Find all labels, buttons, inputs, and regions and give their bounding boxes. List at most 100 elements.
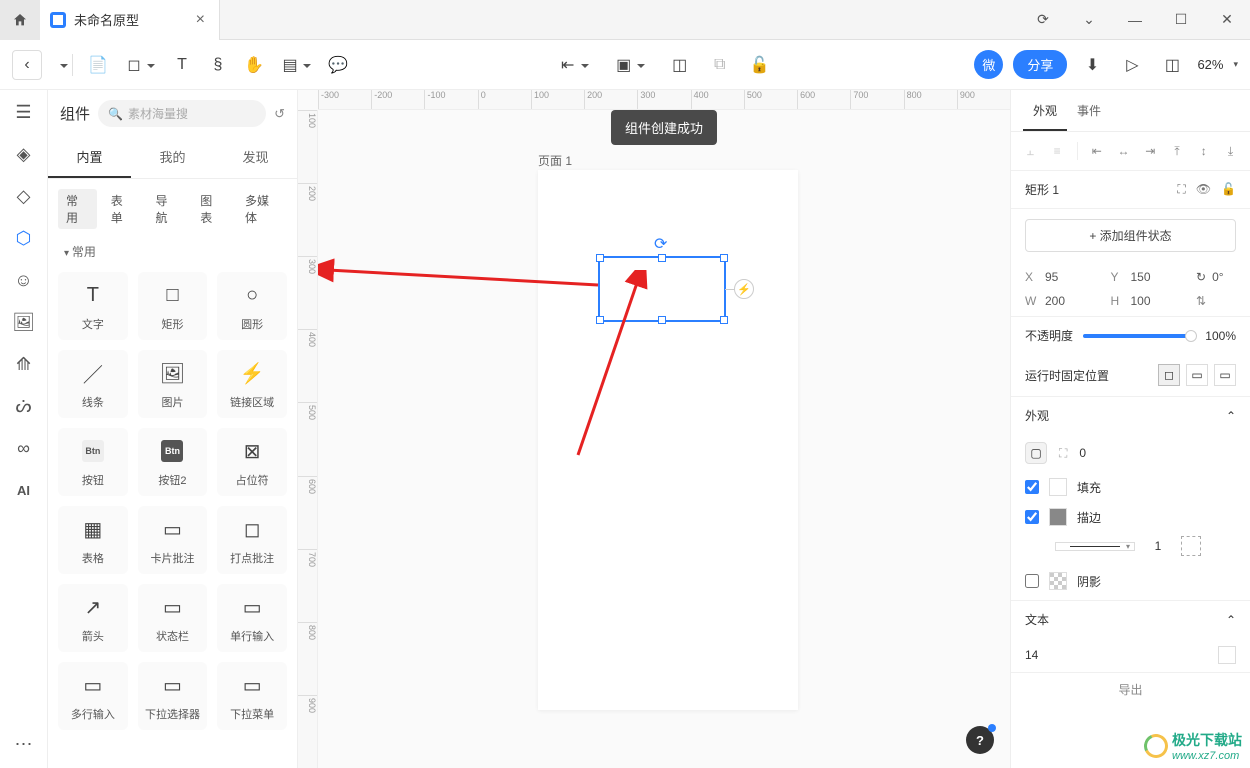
h-input[interactable]: 100 bbox=[1131, 294, 1151, 308]
component-item[interactable]: ○圆形 bbox=[217, 272, 287, 340]
resize-handle[interactable] bbox=[720, 254, 728, 262]
file-tool-icon[interactable]: 📄 bbox=[83, 50, 113, 80]
link-wh-icon[interactable]: ⇅ bbox=[1196, 294, 1206, 308]
align-left-icon[interactable]: ⇤ bbox=[1089, 142, 1104, 160]
align-bottom-icon[interactable]: ⤓ bbox=[1223, 142, 1238, 160]
minimize-icon[interactable]: — bbox=[1112, 0, 1158, 40]
interaction-handle-icon[interactable]: ⚡ bbox=[734, 279, 754, 299]
align-center-h-icon[interactable]: ↔ bbox=[1116, 142, 1131, 160]
fixed-opt-top[interactable]: ▭ bbox=[1186, 364, 1208, 386]
cat-media[interactable]: 多媒体 bbox=[237, 189, 287, 229]
rotation-input[interactable]: 0° bbox=[1212, 270, 1223, 284]
note-tool-icon[interactable]: ▤ bbox=[275, 50, 305, 80]
hand-tool-icon[interactable]: ✋ bbox=[239, 50, 269, 80]
chevron-down-icon[interactable]: ⌄ bbox=[1066, 0, 1112, 40]
align-dist-v-icon[interactable]: ≡ bbox=[1050, 142, 1065, 160]
align-left-icon[interactable]: ⇤ bbox=[553, 50, 583, 80]
shadow-checkbox[interactable] bbox=[1025, 574, 1039, 588]
component-item[interactable]: Btn按钮 bbox=[58, 428, 128, 496]
stroke-swatch[interactable] bbox=[1049, 508, 1067, 526]
component-item[interactable]: ／线条 bbox=[58, 350, 128, 418]
opacity-slider[interactable] bbox=[1083, 334, 1195, 338]
stroke-checkbox[interactable] bbox=[1025, 510, 1039, 524]
component-item[interactable]: ▭下拉选择器 bbox=[138, 662, 208, 730]
zoom-level[interactable]: 62% bbox=[1197, 57, 1223, 72]
x-input[interactable]: 95 bbox=[1045, 270, 1058, 284]
more-icon[interactable]: ⋯ bbox=[12, 732, 36, 756]
corner-independent-icon[interactable]: ⛶ bbox=[1059, 446, 1067, 461]
selected-shape[interactable]: ⟳ ⚡ bbox=[598, 256, 726, 322]
fill-checkbox[interactable] bbox=[1025, 480, 1039, 494]
tab-events[interactable]: 事件 bbox=[1067, 90, 1111, 131]
emoji-icon[interactable]: ☺ bbox=[12, 268, 36, 292]
collapse-icon[interactable]: ⌃ bbox=[1226, 409, 1236, 423]
history-icon[interactable]: ↺ bbox=[274, 106, 285, 122]
flow-icon[interactable]: ᔖ bbox=[12, 394, 36, 418]
outline-icon[interactable]: ☰ bbox=[12, 100, 36, 124]
rect-tool-icon[interactable]: ◻ bbox=[119, 50, 149, 80]
stroke-side-icon[interactable] bbox=[1181, 536, 1201, 556]
tab-mine[interactable]: 我的 bbox=[131, 137, 214, 178]
detach-icon[interactable]: ⧉ bbox=[705, 50, 735, 80]
component-item[interactable]: ▭单行输入 bbox=[217, 584, 287, 652]
opacity-value[interactable]: 100% bbox=[1205, 329, 1236, 343]
fill-swatch[interactable] bbox=[1049, 478, 1067, 496]
path-tool-icon[interactable]: § bbox=[203, 50, 233, 80]
visibility-icon[interactable]: 👁 bbox=[1196, 182, 1211, 197]
corner-value[interactable]: 0 bbox=[1079, 446, 1086, 460]
fixed-opt-bottom[interactable]: ▭ bbox=[1214, 364, 1236, 386]
maximize-icon[interactable]: ☐ bbox=[1158, 0, 1204, 40]
close-tab-icon[interactable]: × bbox=[196, 11, 205, 29]
stroke-width-input[interactable]: 1 bbox=[1143, 539, 1173, 553]
font-size-input[interactable]: 14 bbox=[1025, 648, 1038, 662]
text-tool-icon[interactable]: T bbox=[167, 50, 197, 80]
unlock-icon[interactable]: 🔓 bbox=[745, 50, 775, 80]
collapse-icon[interactable]: ⌃ bbox=[1226, 613, 1236, 627]
close-window-icon[interactable]: ✕ bbox=[1204, 0, 1250, 40]
frame-align-icon[interactable]: ▣ bbox=[609, 50, 639, 80]
corner-radius-icon[interactable]: ▢ bbox=[1025, 442, 1047, 464]
cat-form[interactable]: 表单 bbox=[103, 189, 142, 229]
avatar-badge[interactable]: 微 bbox=[974, 50, 1003, 79]
shadow-swatch[interactable] bbox=[1049, 572, 1067, 590]
help-button[interactable]: ? bbox=[966, 726, 994, 754]
component-item[interactable]: ▦表格 bbox=[58, 506, 128, 574]
cat-common[interactable]: 常用 bbox=[58, 189, 97, 229]
cat-nav[interactable]: 导航 bbox=[147, 189, 186, 229]
components-icon[interactable]: ⬡ bbox=[12, 226, 36, 250]
download-icon[interactable]: ⬇ bbox=[1077, 50, 1107, 80]
component-item[interactable]: ⊠占位符 bbox=[217, 428, 287, 496]
image-icon[interactable]: 🖼 bbox=[12, 310, 36, 334]
export-label[interactable]: 导出 bbox=[1118, 681, 1142, 698]
tab-discover[interactable]: 发现 bbox=[214, 137, 297, 178]
resize-handle[interactable] bbox=[596, 316, 604, 324]
component-item[interactable]: ▭多行输入 bbox=[58, 662, 128, 730]
element-name[interactable]: 矩形 1 bbox=[1025, 181, 1059, 198]
fit-icon[interactable]: ⛶ bbox=[1177, 182, 1185, 197]
fixed-opt-none[interactable]: ◻ bbox=[1158, 364, 1180, 386]
component-item[interactable]: ⚡链接区域 bbox=[217, 350, 287, 418]
code-icon[interactable]: ⟰ bbox=[12, 352, 36, 376]
home-button[interactable] bbox=[0, 0, 40, 40]
component-item[interactable]: Btn按钮2 bbox=[138, 428, 208, 496]
panel-icon[interactable]: ◫ bbox=[1157, 50, 1187, 80]
section-common-head[interactable]: 常用 bbox=[48, 239, 297, 264]
component-item[interactable]: ◻打点批注 bbox=[217, 506, 287, 574]
back-button[interactable]: ‹ bbox=[12, 50, 42, 80]
page-label[interactable]: 页面 1 bbox=[538, 152, 572, 169]
y-input[interactable]: 150 bbox=[1131, 270, 1151, 284]
refresh-icon[interactable]: ⟳ bbox=[1020, 0, 1066, 40]
share-node-icon[interactable]: ∞ bbox=[12, 436, 36, 460]
component-item[interactable]: 🖼图片 bbox=[138, 350, 208, 418]
play-icon[interactable]: ▷ bbox=[1117, 50, 1147, 80]
tab-appearance[interactable]: 外观 bbox=[1023, 90, 1067, 131]
ai-label[interactable]: AI bbox=[12, 478, 36, 502]
canvas[interactable]: 组件创建成功 页面 1 ⟳ ⚡ bbox=[318, 110, 1010, 768]
tab-builtin[interactable]: 内置 bbox=[48, 137, 131, 178]
share-button[interactable]: 分享 bbox=[1013, 50, 1067, 79]
overlap-icon[interactable]: ◫ bbox=[665, 50, 695, 80]
artboard[interactable] bbox=[538, 170, 798, 710]
align-right-icon[interactable]: ⇥ bbox=[1143, 142, 1158, 160]
document-tab[interactable]: 未命名原型 × bbox=[40, 0, 220, 40]
lock-icon[interactable]: 🔓 bbox=[1221, 182, 1236, 197]
